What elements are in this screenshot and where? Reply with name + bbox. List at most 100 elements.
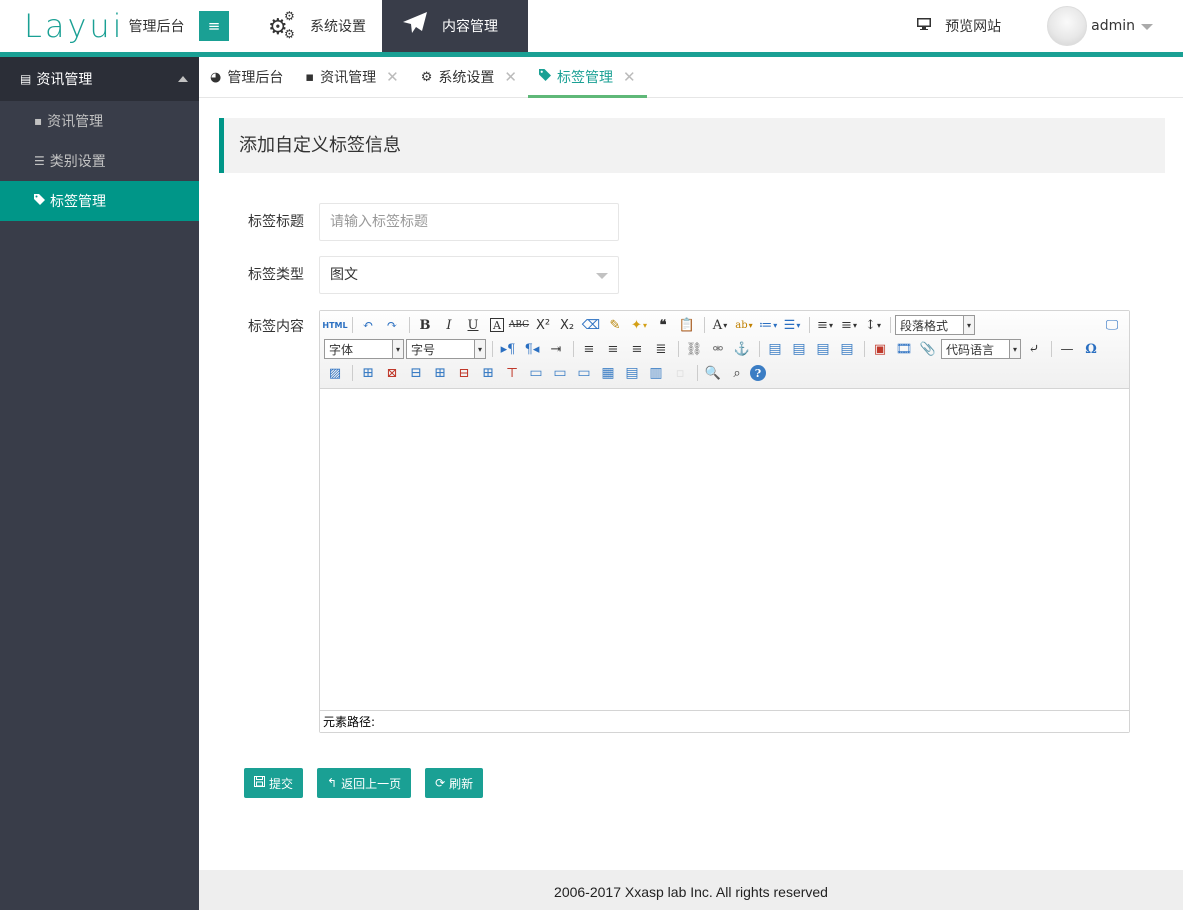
- underline-icon[interactable]: U: [462, 315, 484, 335]
- paste-text-icon[interactable]: 📋: [676, 315, 698, 335]
- align-right-icon[interactable]: ≡: [626, 339, 648, 359]
- split-rows-icon[interactable]: ▤: [621, 363, 643, 383]
- sidebar-item-tags[interactable]: 标签管理: [0, 181, 199, 221]
- tab-label: 标签管理: [556, 70, 613, 86]
- paragraph-format-select[interactable]: 段落格式 ▾: [895, 315, 975, 335]
- tag-icon: [538, 69, 551, 85]
- preview-site-link[interactable]: 预览网站: [917, 16, 1001, 36]
- close-icon[interactable]: ✕: [623, 68, 636, 86]
- sidebar-item-news[interactable]: ▪ 资讯管理: [0, 101, 199, 141]
- form-buttons: 提交 ↰ 返回上一页 ⟳ 刷新: [244, 768, 497, 798]
- page-break-icon[interactable]: ⤶: [1023, 339, 1045, 359]
- font-size-select[interactable]: 字号 ▾: [406, 339, 486, 359]
- image-left-icon[interactable]: ▤: [788, 339, 810, 359]
- blockquote-icon[interactable]: ❝: [652, 315, 674, 335]
- menu-toggle-button[interactable]: ≡: [199, 11, 229, 41]
- redo-icon[interactable]: ↷: [381, 315, 403, 335]
- word-image-icon[interactable]: ▨: [324, 363, 346, 383]
- align-justify-icon[interactable]: ≣: [650, 339, 672, 359]
- type-select[interactable]: 图文: [319, 256, 619, 294]
- tab-system-settings[interactable]: ⚙ 系统设置 ✕: [410, 57, 528, 97]
- font-family-select[interactable]: 字体 ▾: [324, 339, 404, 359]
- code-language-value: 代码语言: [946, 342, 995, 357]
- font-color-icon[interactable]: A: [709, 315, 731, 335]
- delete-col-icon[interactable]: ⊤: [501, 363, 523, 383]
- top-nav-system-settings[interactable]: ⚙ ⚙ ⚙ 系统设置: [252, 0, 382, 52]
- top-nav-label: 系统设置: [310, 19, 366, 35]
- subscript-icon[interactable]: X₂: [556, 315, 578, 335]
- horizontal-rule-icon[interactable]: —: [1056, 339, 1078, 359]
- format-brush-icon[interactable]: ✎: [604, 315, 626, 335]
- tab-news[interactable]: ▪ 资讯管理 ✕: [294, 57, 409, 97]
- close-icon[interactable]: ✕: [386, 68, 399, 86]
- split-cols-icon[interactable]: ▥: [645, 363, 667, 383]
- split-cells-icon[interactable]: ▦: [597, 363, 619, 383]
- tab-tag-management[interactable]: 标签管理 ✕: [527, 57, 647, 98]
- row-spacing-top-icon[interactable]: ≡: [814, 315, 836, 335]
- sidebar-group-news[interactable]: ▤ 资讯管理: [0, 57, 199, 101]
- insert-paragraph-before-table-icon[interactable]: ⊟: [405, 363, 427, 383]
- insert-row-icon[interactable]: ⊞: [429, 363, 451, 383]
- help-icon[interactable]: ?: [750, 365, 766, 381]
- insert-col-icon[interactable]: ⊞: [477, 363, 499, 383]
- unordered-list-icon[interactable]: ☰: [781, 315, 803, 335]
- ordered-list-icon[interactable]: ≔: [757, 315, 779, 335]
- html-source-icon[interactable]: HTML: [322, 315, 347, 335]
- bold-icon[interactable]: B: [414, 315, 436, 335]
- back-button[interactable]: ↰ 返回上一页: [317, 768, 412, 798]
- code-language-select[interactable]: 代码语言 ▾: [941, 339, 1021, 359]
- chart-icon[interactable]: ▫: [669, 363, 691, 383]
- content-label: 标签内容: [248, 319, 304, 335]
- special-chars-icon[interactable]: Ω: [1080, 339, 1102, 359]
- undo-icon[interactable]: ↶: [357, 315, 379, 335]
- insert-image-icon[interactable]: ▣: [869, 339, 891, 359]
- paragraph-format-value: 段落格式: [900, 318, 949, 333]
- auto-format-icon[interactable]: ✦: [628, 315, 650, 335]
- merge-right-icon[interactable]: ▭: [549, 363, 571, 383]
- newspaper-icon: ▤: [20, 72, 32, 86]
- font-border-icon[interactable]: A: [490, 318, 504, 332]
- image-none-icon[interactable]: ▤: [764, 339, 786, 359]
- align-center-icon[interactable]: ≡: [602, 339, 624, 359]
- direction-ltr-icon[interactable]: ▸¶: [497, 339, 519, 359]
- chevron-down-icon: [1141, 24, 1153, 30]
- align-left-icon[interactable]: ≡: [578, 339, 600, 359]
- refresh-button[interactable]: ⟳ 刷新: [425, 768, 484, 798]
- delete-table-icon[interactable]: ⊠: [381, 363, 403, 383]
- user-menu[interactable]: admin: [1047, 6, 1153, 46]
- editor-body[interactable]: [320, 389, 1129, 710]
- submit-label: 提交: [269, 776, 294, 791]
- image-right-icon[interactable]: ▤: [812, 339, 834, 359]
- merge-cells-icon[interactable]: ▭: [525, 363, 547, 383]
- image-center-icon[interactable]: ▤: [836, 339, 858, 359]
- editor-toolbar: HTML ↶ ↷ B I U A ABC X² X₂ ⌫ ✎ ✦ ❝ 📋: [320, 311, 1129, 389]
- superscript-icon[interactable]: X²: [532, 315, 554, 335]
- top-nav-content-management[interactable]: 内容管理: [382, 0, 528, 52]
- sidebar-item-categories[interactable]: ☰ 类别设置: [0, 141, 199, 181]
- close-icon[interactable]: ✕: [504, 68, 517, 86]
- direction-rtl-icon[interactable]: ¶◂: [521, 339, 543, 359]
- attachment-icon[interactable]: 📎: [917, 339, 939, 359]
- rich-text-editor: HTML ↶ ↷ B I U A ABC X² X₂ ⌫ ✎ ✦ ❝ 📋: [319, 310, 1130, 733]
- unlink-icon[interactable]: ⚮: [707, 339, 729, 359]
- eraser-icon[interactable]: ⌫: [580, 315, 602, 335]
- line-height-icon[interactable]: ↕: [862, 315, 884, 335]
- row-spacing-bottom-icon[interactable]: ≡: [838, 315, 860, 335]
- strikethrough-icon[interactable]: ABC: [508, 315, 530, 335]
- submit-button[interactable]: 提交: [244, 768, 304, 798]
- background-color-icon[interactable]: ab: [733, 315, 755, 335]
- preview-icon[interactable]: 🔍: [702, 363, 724, 383]
- insert-table-icon[interactable]: ⊞: [357, 363, 379, 383]
- merge-down-icon[interactable]: ▭: [573, 363, 595, 383]
- insert-video-icon[interactable]: 🎞: [893, 339, 915, 359]
- refresh-label: 刷新: [449, 776, 474, 791]
- search-replace-icon[interactable]: ⌕: [726, 363, 748, 383]
- fullscreen-icon[interactable]: 🖵: [1101, 315, 1123, 335]
- anchor-icon[interactable]: ⚓: [731, 339, 753, 359]
- indent-icon[interactable]: ⇥: [545, 339, 567, 359]
- tab-dashboard[interactable]: ◕ 管理后台: [199, 57, 294, 97]
- title-input[interactable]: 请输入标签标题: [319, 203, 619, 241]
- italic-icon[interactable]: I: [438, 315, 460, 335]
- delete-row-icon[interactable]: ⊟: [453, 363, 475, 383]
- link-icon[interactable]: ⛓: [683, 339, 705, 359]
